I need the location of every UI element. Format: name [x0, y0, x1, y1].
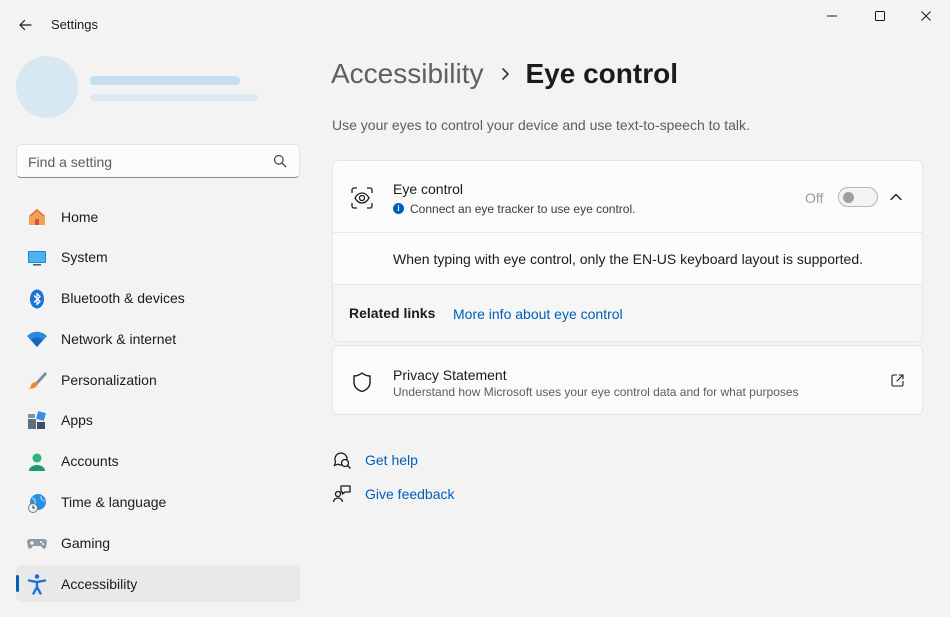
give-feedback-label: Give feedback	[365, 486, 455, 502]
search-placeholder: Find a setting	[28, 154, 113, 170]
sidebar-item-label: Time & language	[61, 494, 167, 511]
sidebar-item-bluetooth[interactable]: Bluetooth & devices	[16, 280, 300, 317]
sidebar-item-label: Bluetooth & devices	[61, 290, 185, 307]
privacy-subtitle: Understand how Microsoft uses your eye c…	[393, 385, 799, 399]
keyboard-layout-note: When typing with eye control, only the E…	[393, 251, 864, 267]
wifi-icon	[26, 328, 48, 350]
accessibility-icon	[26, 573, 48, 595]
profile-name-placeholder	[90, 76, 240, 85]
eye-control-header[interactable]: Eye control i Connect an eye tracker to …	[333, 161, 922, 232]
eye-control-card: Eye control i Connect an eye tracker to …	[332, 160, 923, 342]
minimize-icon	[827, 15, 837, 17]
eye-control-toggle[interactable]	[838, 187, 878, 207]
gamepad-icon	[26, 532, 48, 554]
page-title: Eye control	[525, 58, 678, 89]
chevron-up-icon[interactable]	[888, 189, 904, 205]
profile-email-placeholder	[90, 94, 258, 101]
info-icon: i	[393, 203, 404, 214]
sidebar-item-network[interactable]: Network & internet	[16, 320, 300, 357]
related-links-label: Related links	[349, 305, 436, 321]
external-link-icon	[891, 374, 904, 387]
sidebar-item-label: Gaming	[61, 534, 111, 551]
globe-clock-icon	[26, 492, 48, 514]
feedback-icon	[332, 484, 352, 504]
avatar[interactable]	[16, 56, 78, 118]
sidebar-item-gaming[interactable]: Gaming	[16, 524, 300, 561]
maximize-icon	[875, 11, 885, 21]
eye-control-title: Eye control	[393, 181, 464, 197]
brush-icon	[26, 369, 48, 391]
breadcrumb: Accessibility Eye control	[331, 58, 678, 90]
minimize-button[interactable]	[809, 0, 855, 32]
toggle-knob	[843, 192, 854, 203]
apps-icon	[26, 410, 48, 432]
bluetooth-icon	[26, 288, 48, 310]
sidebar-item-system[interactable]: System	[16, 239, 300, 276]
app-title: Settings	[51, 17, 98, 32]
sidebar-item-label: Accounts	[61, 453, 119, 470]
close-button[interactable]	[903, 0, 949, 32]
sidebar-item-label: Apps	[61, 412, 93, 429]
sidebar-nav: Home System Bluetooth & devices Network …	[16, 198, 300, 606]
related-links-section: Related links More info about eye contro…	[333, 284, 922, 341]
sidebar-item-label: Accessibility	[61, 575, 138, 592]
sidebar-item-label: Network & internet	[61, 330, 177, 347]
search-icon[interactable]	[273, 154, 287, 168]
sidebar-item-label: Personalization	[61, 371, 157, 388]
sidebar-item-accounts[interactable]: Accounts	[16, 443, 300, 480]
shield-icon	[353, 372, 371, 393]
chevron-right-icon	[502, 68, 510, 80]
give-feedback-link[interactable]: Give feedback	[332, 484, 455, 504]
back-arrow-icon	[19, 19, 32, 31]
sidebar-item-apps[interactable]: Apps	[16, 402, 300, 439]
back-button[interactable]	[12, 12, 38, 38]
eye-tracker-icon	[351, 187, 373, 209]
sidebar-item-label: System	[61, 249, 108, 266]
divider	[333, 232, 922, 233]
privacy-statement-card[interactable]: Privacy Statement Understand how Microso…	[332, 345, 923, 415]
search-input[interactable]: Find a setting	[16, 144, 300, 178]
sidebar-item-home[interactable]: Home	[16, 198, 300, 235]
sidebar-item-time-language[interactable]: Time & language	[16, 484, 300, 521]
get-help-label: Get help	[365, 452, 418, 468]
page-description: Use your eyes to control your device and…	[332, 117, 750, 133]
more-info-link[interactable]: More info about eye control	[453, 306, 623, 322]
privacy-title: Privacy Statement	[393, 367, 507, 383]
breadcrumb-parent[interactable]: Accessibility	[331, 58, 483, 90]
maximize-button[interactable]	[857, 0, 903, 32]
toggle-state-label: Off	[805, 190, 824, 206]
close-icon	[921, 11, 931, 21]
get-help-link[interactable]: Get help	[332, 450, 418, 470]
home-icon	[26, 206, 48, 228]
sidebar-item-accessibility[interactable]: Accessibility	[16, 565, 300, 603]
title-bar: Settings	[0, 0, 950, 48]
system-icon	[26, 247, 48, 269]
sidebar-item-label: Home	[61, 208, 99, 225]
sidebar-item-personalization[interactable]: Personalization	[16, 361, 300, 398]
eye-control-subtitle: Connect an eye tracker to use eye contro…	[410, 202, 636, 216]
help-chat-icon	[332, 450, 352, 470]
person-icon	[26, 451, 48, 473]
